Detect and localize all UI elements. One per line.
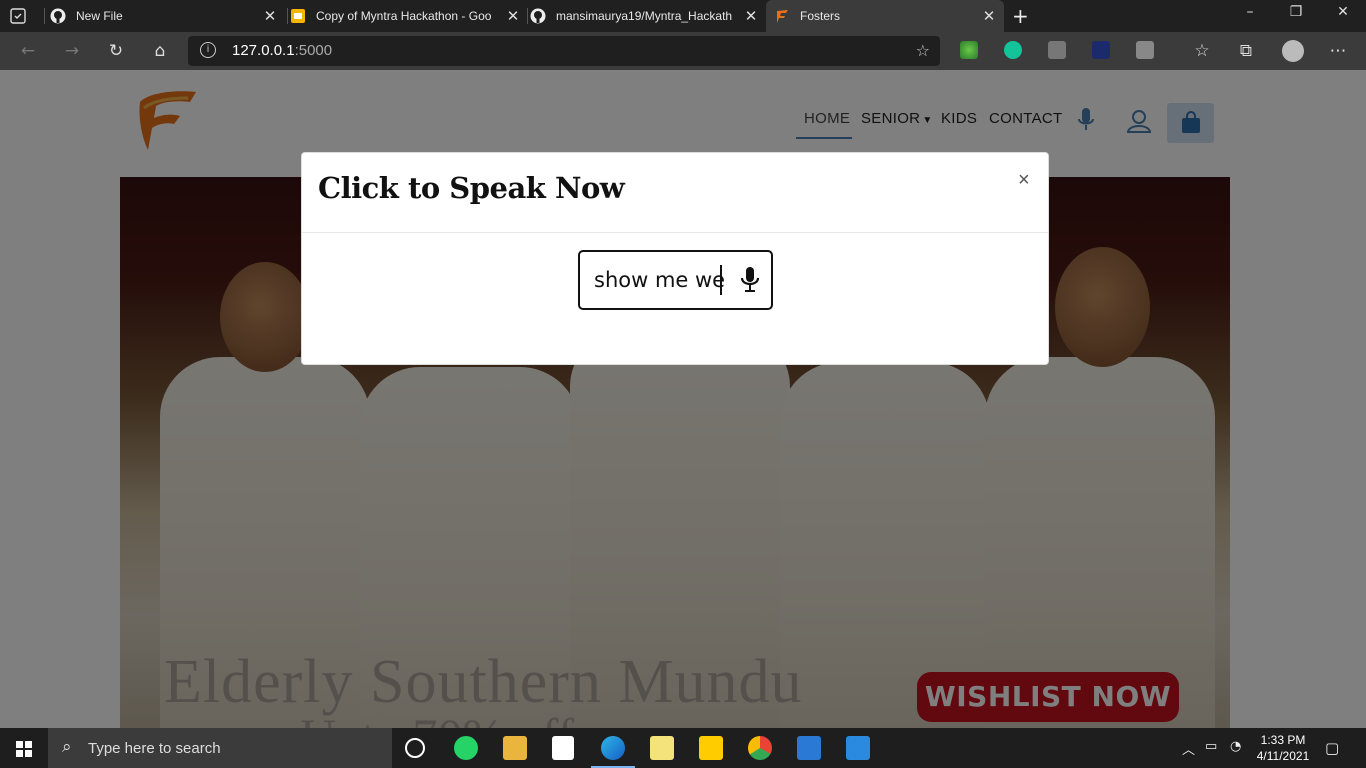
google-slides-icon — [291, 9, 305, 23]
tab-new-file[interactable]: New File ✕ — [50, 0, 285, 32]
clock-time: 1:33 PM — [1260, 733, 1306, 747]
github-icon — [50, 8, 66, 24]
tab-actions-icon[interactable] — [10, 8, 26, 28]
tab-title: mansimaurya19/Myntra_Hackath — [556, 9, 733, 23]
chrome-icon[interactable] — [748, 736, 772, 760]
github-icon — [530, 8, 546, 24]
speech-modal: Click to Speak Now × — [301, 152, 1049, 365]
tab-myntra-slides[interactable]: Copy of Myntra Hackathon - Goo ✕ — [290, 0, 526, 32]
file-explorer-icon[interactable] — [503, 736, 527, 760]
clock-date: 4/11/2021 — [1256, 749, 1310, 763]
tray-chevron-icon[interactable]: ︿ — [1182, 739, 1195, 758]
extension-blue-icon[interactable] — [1092, 41, 1110, 59]
edge-icon[interactable] — [601, 736, 625, 760]
tab-title: New File — [76, 9, 123, 23]
close-window-button[interactable]: ✕ — [1333, 4, 1353, 20]
microphone-icon[interactable] — [740, 266, 760, 294]
add-favorite-icon[interactable]: ☆ — [916, 41, 930, 60]
sticky-note-yellow-icon[interactable] — [699, 736, 723, 760]
search-icon: ⌕ — [62, 737, 72, 756]
address-bar[interactable]: i 127.0.0.1:5000 ☆ — [188, 36, 940, 66]
text-caret — [720, 265, 722, 295]
back-icon[interactable]: ← — [18, 41, 38, 61]
site-info-icon[interactable]: i — [200, 42, 216, 58]
browser-toolbar: ← → ↻ ⌂ i 127.0.0.1:5000 ☆ ☆ ⧉ ⋯ — [0, 32, 1366, 70]
modal-title: Click to Speak Now — [318, 171, 625, 205]
store-icon[interactable] — [552, 736, 574, 760]
tab-close-icon[interactable]: ✕ — [263, 7, 277, 25]
taskbar-search[interactable]: ⌕ Type here to search — [48, 728, 392, 768]
url-text[interactable]: 127.0.0.1:5000 — [232, 42, 332, 59]
windows-taskbar: ⌕ Type here to search ︿ ▭ ◔ 1:33 PM 4/11… — [0, 728, 1366, 768]
profile-avatar[interactable] — [1282, 40, 1304, 62]
favorites-icon[interactable]: ☆ — [1192, 41, 1212, 61]
tab-title: Fosters — [800, 9, 841, 23]
home-icon[interactable]: ⌂ — [150, 41, 170, 61]
speech-input[interactable] — [594, 264, 730, 296]
tab-close-icon[interactable]: ✕ — [982, 7, 996, 25]
collections-icon[interactable]: ⧉ — [1236, 41, 1256, 61]
sticky-notes-icon[interactable] — [650, 736, 674, 760]
more-menu-icon[interactable]: ⋯ — [1328, 41, 1348, 61]
forward-icon[interactable]: → — [62, 41, 82, 61]
speech-search-box[interactable] — [578, 250, 773, 310]
vscode-icon[interactable] — [846, 736, 870, 760]
wifi-icon[interactable]: ◔ — [1230, 739, 1241, 754]
windows-start-icon[interactable] — [16, 741, 32, 757]
whatsapp-icon[interactable] — [454, 736, 478, 760]
close-icon[interactable]: × — [1018, 169, 1030, 192]
grammarly-icon[interactable] — [1004, 41, 1022, 59]
tab-github-repo[interactable]: mansimaurya19/Myntra_Hackath ✕ — [530, 0, 764, 32]
taskbar-clock[interactable]: 1:33 PM 4/11/2021 — [1250, 732, 1316, 764]
tab-close-icon[interactable]: ✕ — [744, 7, 758, 25]
modal-header: Click to Speak Now × — [302, 153, 1048, 233]
mail-icon[interactable] — [797, 736, 821, 760]
notification-icon[interactable]: ▢ — [1325, 739, 1339, 757]
new-tab-button[interactable]: + — [1012, 4, 1029, 28]
restore-button[interactable]: ❐ — [1286, 4, 1306, 20]
minimize-button[interactable]: – — [1240, 4, 1260, 20]
extension-globe-icon[interactable] — [960, 41, 978, 59]
taskbar-search-placeholder: Type here to search — [88, 740, 221, 757]
fosters-logo-icon — [777, 10, 788, 23]
tab-close-icon[interactable]: ✕ — [506, 7, 520, 25]
extension-copy-icon[interactable] — [1136, 41, 1154, 59]
tab-title: Copy of Myntra Hackathon - Goo — [316, 9, 492, 23]
cortana-icon[interactable] — [405, 738, 425, 758]
refresh-icon[interactable]: ↻ — [106, 41, 126, 61]
browser-tab-bar: New File ✕ Copy of Myntra Hackathon - Go… — [0, 0, 1366, 32]
extension-r-icon[interactable] — [1048, 41, 1066, 59]
tab-fosters[interactable]: Fosters ✕ — [766, 0, 1004, 32]
battery-icon[interactable]: ▭ — [1205, 739, 1217, 754]
